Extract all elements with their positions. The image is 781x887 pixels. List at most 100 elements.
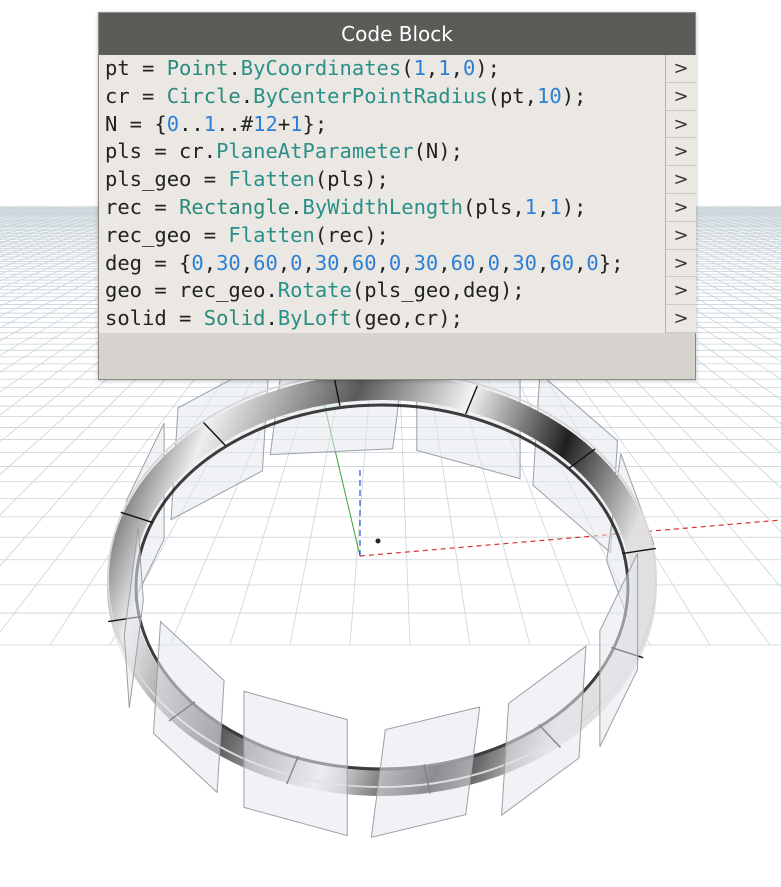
code-line[interactable]: rec = Rectangle.ByWidthLength(pls,1,1); <box>99 194 665 222</box>
code-token: . <box>240 83 254 108</box>
code-token: , <box>537 194 550 219</box>
code-token: 0 <box>487 250 500 275</box>
code-token: , <box>203 250 217 275</box>
code-token: 0 <box>191 250 204 275</box>
code-token: 1 <box>549 194 562 219</box>
output-port[interactable]: > <box>666 305 696 333</box>
code-token: cr = <box>105 83 167 108</box>
code-line[interactable]: pls_geo = Flatten(pls); <box>99 166 665 194</box>
code-token: 1 <box>524 194 538 219</box>
code-token: pt = <box>105 56 167 80</box>
rectangle-panel <box>501 645 587 817</box>
code-token: PlaneAtParameter <box>216 139 414 164</box>
grid-line <box>684 206 781 234</box>
code-token: Circle <box>166 83 241 108</box>
code-token: 0 <box>586 250 599 275</box>
code-token: 1 <box>290 111 303 136</box>
code-token: 0 <box>290 250 303 275</box>
code-token: , <box>240 250 254 275</box>
output-port[interactable]: > <box>666 55 696 83</box>
code-token: Point <box>166 56 229 80</box>
code-editor[interactable]: pt = Point.ByCoordinates(1,1,0); cr = Cir… <box>99 55 665 333</box>
code-token: Rectangle <box>179 194 291 219</box>
code-token: rec_geo = <box>105 222 229 247</box>
code-token: (N); <box>413 139 463 164</box>
rectangle-panel <box>243 690 348 837</box>
code-token: , <box>425 56 439 80</box>
grid-line <box>731 206 781 219</box>
code-token: (geo,cr); <box>351 306 463 331</box>
code-line[interactable]: cr = Circle.ByCenterPointRadius(pt,10); <box>99 83 665 111</box>
code-token: ByCenterPointRadius <box>253 83 488 108</box>
code-token: 30 <box>216 250 241 275</box>
output-port[interactable]: > <box>666 194 696 222</box>
code-token: ); <box>561 83 587 108</box>
output-port[interactable]: > <box>666 250 696 278</box>
code-token: Flatten <box>228 167 315 192</box>
code-token: ByCoordinates <box>240 56 402 80</box>
code-token: (pls_geo,deg); <box>351 278 525 303</box>
code-token: , <box>401 250 414 275</box>
grid-line <box>693 206 781 231</box>
code-token: 10 <box>537 83 562 108</box>
code-token: . <box>228 56 241 80</box>
code-token: 60 <box>549 250 575 275</box>
code-line[interactable]: rec_geo = Flatten(rec); <box>99 222 665 250</box>
node-title[interactable]: Code Block <box>99 13 695 55</box>
grid-line <box>0 206 18 211</box>
grid-line <box>0 206 102 236</box>
code-block-node[interactable]: Code Block pt = Point.ByCoordinates(1,1,… <box>98 12 696 380</box>
code-token: , <box>277 250 291 275</box>
code-token: . <box>290 194 303 219</box>
code-token: 60 <box>253 250 278 275</box>
code-token: ByWidthLength <box>302 194 463 219</box>
code-line[interactable]: pls = cr.PlaneAtParameter(N); <box>99 138 665 166</box>
output-port[interactable]: > <box>666 111 696 139</box>
code-token: ByLoft <box>277 306 352 331</box>
code-token: ( <box>401 56 414 80</box>
node-footer <box>99 333 695 379</box>
grid-line <box>0 206 55 221</box>
code-token: 12 <box>253 111 278 136</box>
code-line[interactable]: geo = rec_geo.Rotate(pls_geo,deg); <box>99 277 665 305</box>
grid-line <box>750 206 781 214</box>
code-line[interactable]: pt = Point.ByCoordinates(1,1,0); <box>99 55 665 83</box>
code-token: 30 <box>314 250 340 275</box>
code-token: ); <box>475 56 500 80</box>
code-token: , <box>438 250 451 275</box>
output-port[interactable]: > <box>666 166 696 194</box>
code-token: 60 <box>351 250 377 275</box>
output-port[interactable]: > <box>666 222 696 250</box>
code-token: , <box>475 250 488 275</box>
code-token: deg = { <box>105 250 192 275</box>
code-token: 0 <box>462 56 476 80</box>
code-token: 1 <box>413 56 426 80</box>
code-token: . <box>265 306 278 331</box>
output-port[interactable]: > <box>666 277 696 306</box>
output-ports: > > > > > > > > > > <box>665 55 696 333</box>
code-token: 0 <box>388 250 402 275</box>
grid-line <box>712 206 781 225</box>
code-token: }; <box>598 250 624 275</box>
grid-line <box>0 206 84 229</box>
output-port[interactable]: > <box>666 138 696 167</box>
code-line[interactable]: solid = Solid.ByLoft(geo,cr); <box>99 305 665 333</box>
code-token: + <box>277 111 291 136</box>
code-token: pls = cr. <box>105 139 217 164</box>
code-token: , <box>376 250 389 275</box>
code-token: (rec); <box>314 222 389 247</box>
rectangle-panel <box>152 620 225 794</box>
output-port[interactable]: > <box>666 83 696 111</box>
rectangle-panels-front <box>123 527 639 838</box>
code-token: (pls, <box>462 194 525 219</box>
code-line[interactable]: deg = {0,30,60,0,30,60,0,30,60,0,30,60,0… <box>99 250 665 278</box>
code-token: geo = rec_geo. <box>105 278 278 303</box>
x-axis-line <box>359 519 781 557</box>
code-token: 60 <box>450 250 476 275</box>
code-token: , <box>339 250 352 275</box>
code-token: , <box>500 250 513 275</box>
code-line[interactable]: N = {0..1..#12+1}; <box>99 111 665 139</box>
grid-line <box>0 206 74 226</box>
code-token: }; <box>302 111 328 136</box>
code-token: 1 <box>438 56 451 80</box>
